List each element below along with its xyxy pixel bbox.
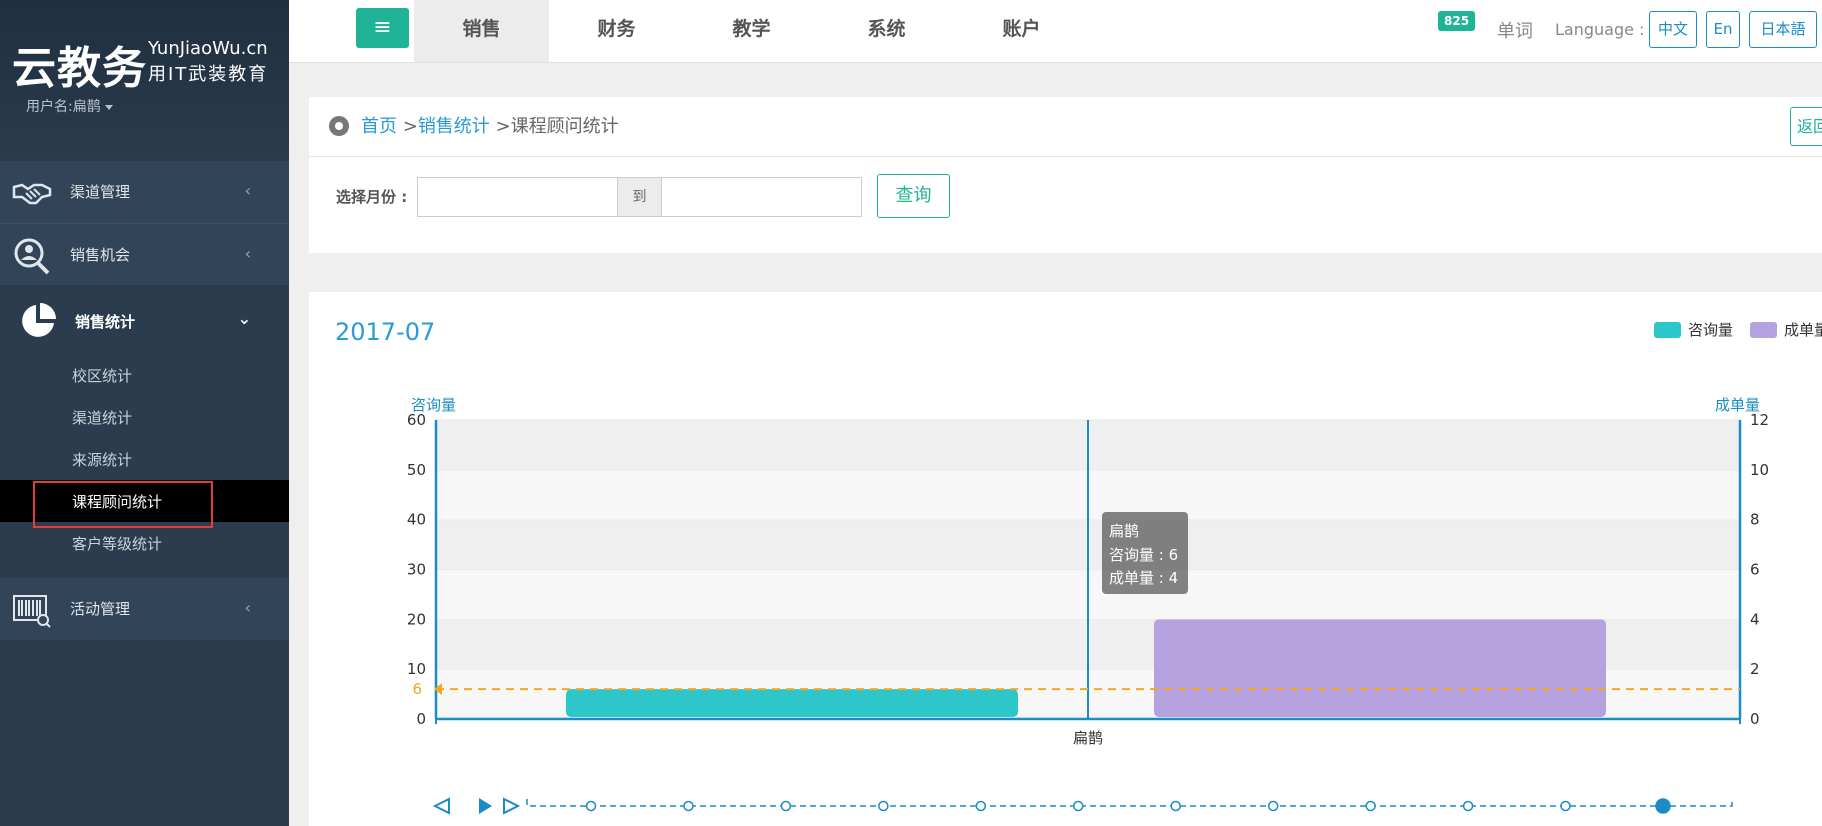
- bar-chart: 咨询量 成单量0102030405060024681012扁鹊6扁鹊咨询量 : 6…: [407, 396, 1769, 815]
- pie-chart-icon: [22, 303, 56, 337]
- language-english-button[interactable]: En: [1706, 11, 1740, 48]
- location-pin-icon: [329, 116, 349, 136]
- timeline-current-point[interactable]: [1655, 798, 1671, 814]
- breadcrumb-separator: >: [489, 116, 511, 137]
- sidebar-item-sales-statistics[interactable]: 销售统计 ⌄: [0, 287, 289, 357]
- brand-area: 云教务 YunJiaoWu.cn 用IT武装教育 用户名:扁鹊: [0, 0, 289, 161]
- brand-slogan: 用IT武装教育: [148, 64, 269, 85]
- timeline-point[interactable]: [1462, 800, 1474, 812]
- sidebar-subitem-campus-stats[interactable]: 校区统计: [0, 354, 289, 396]
- bar-consult: [566, 689, 1018, 717]
- query-button[interactable]: 查询: [877, 174, 950, 218]
- y-right-tick-label: 6: [1750, 561, 1760, 579]
- chevron-left-icon: ‹: [244, 598, 251, 617]
- timeline-point[interactable]: [1365, 800, 1376, 812]
- tooltip-line: 成单量 : 4: [1109, 569, 1178, 587]
- language-label: Language :: [1555, 20, 1645, 39]
- y-left-tick-label: 20: [407, 610, 426, 628]
- words-link[interactable]: 单词: [1497, 17, 1533, 43]
- sidebar-subitem-label: 来源统计: [72, 451, 133, 469]
- tab-account[interactable]: 账户: [954, 0, 1089, 62]
- breadcrumb-separator: >: [397, 116, 418, 137]
- start-month-input[interactable]: [417, 177, 618, 217]
- chart-panel: 2017-07 咨询量 成单量 咨询量 成单量 0 10 20 30 40 50 60 0 2 4 6 8…: [309, 292, 1822, 826]
- search-user-icon: [14, 238, 50, 275]
- handshake-icon: [12, 183, 52, 205]
- timeline-point[interactable]: [1267, 800, 1279, 812]
- sidebar-subitem-source-stats[interactable]: 来源统计: [0, 438, 289, 480]
- timeline-next-icon: [503, 797, 521, 815]
- top-navbar: ≡ 销售 财务 教学 系统 账户 825 单词 Language : 中文 En…: [289, 0, 1822, 63]
- breadcrumb-home-link[interactable]: 首页: [361, 116, 397, 137]
- chevron-left-icon: ‹: [244, 244, 251, 263]
- timeline-point[interactable]: [1073, 800, 1084, 812]
- y-right-tick-label: 12: [1750, 411, 1769, 429]
- timeline-track: [526, 799, 1733, 807]
- sidebar-item-label: 活动管理: [70, 600, 131, 618]
- tab-sales[interactable]: 销售: [414, 0, 549, 62]
- x-tick-label: 扁鹊: [1073, 729, 1103, 747]
- y-left-tick-label: 30: [407, 561, 426, 579]
- markline-label: 6: [412, 680, 422, 698]
- sidebar-item-sales-opportunity[interactable]: 销售机会 ‹: [0, 223, 289, 285]
- end-month-input[interactable]: [661, 177, 862, 217]
- timeline-point[interactable]: [780, 800, 792, 812]
- brand-logo-text: 云教务: [12, 43, 147, 94]
- tooltip-line: 咨询量 : 6: [1109, 546, 1178, 564]
- to-label: 到: [618, 177, 661, 217]
- language-chinese-button[interactable]: 中文: [1649, 11, 1697, 48]
- y-right-tick-label: 0: [1750, 710, 1760, 728]
- timeline-point[interactable]: [878, 800, 889, 812]
- chevron-down-icon: ⌄: [237, 309, 251, 328]
- y-right-tick-label: 2: [1750, 660, 1760, 678]
- brand-domain: YunJiaoWu.cn: [148, 38, 268, 59]
- tab-system[interactable]: 系统: [819, 0, 954, 62]
- y-right-tick-label: 10: [1750, 461, 1769, 479]
- tooltip-title: 扁鹊: [1109, 522, 1139, 540]
- tab-finance[interactable]: 财务: [549, 0, 684, 62]
- sidebar-item-channel-management[interactable]: 渠道管理 ‹: [0, 161, 289, 223]
- highlight-box: [33, 481, 213, 528]
- breadcrumb-sales-stats-link[interactable]: 销售统计: [418, 116, 490, 137]
- y-left-tick-label: 50: [407, 461, 426, 479]
- y-left-tick-label: 0: [416, 710, 426, 728]
- y-right-tick-label: 4: [1750, 610, 1760, 628]
- timeline-point[interactable]: [585, 800, 597, 812]
- timeline-point[interactable]: [1170, 800, 1181, 812]
- timeline-point[interactable]: [683, 800, 694, 812]
- filter-panel: 首页 >销售统计 >课程顾问统计 返回 选择月份 : 到 查询: [309, 97, 1822, 253]
- timeline-point[interactable]: [975, 800, 987, 812]
- breadcrumb-current: 课程顾问统计: [510, 116, 619, 137]
- sidebar-subitem-label: 渠道统计: [72, 409, 133, 427]
- tab-teaching[interactable]: 教学: [684, 0, 819, 62]
- sidebar-item-label: 销售统计: [75, 313, 136, 331]
- menu-toggle-button[interactable]: ≡: [356, 8, 409, 48]
- return-button[interactable]: 返回: [1790, 107, 1822, 146]
- sidebar-subitem-customer-level-stats[interactable]: 客户等级统计: [0, 522, 289, 564]
- message-count-badge[interactable]: 825: [1438, 11, 1476, 31]
- sidebar: 云教务 YunJiaoWu.cn 用IT武装教育 用户名:扁鹊 渠道管理 ‹ 销…: [0, 0, 289, 826]
- sidebar-subitem-channel-stats[interactable]: 渠道统计: [0, 396, 289, 438]
- timeline-prev-icon: [432, 797, 450, 815]
- month-label: 选择月份 :: [336, 188, 408, 206]
- y-right-tick-label: 8: [1750, 511, 1760, 529]
- sidebar-item-label: 渠道管理: [70, 183, 131, 201]
- sidebar-subitem-label: 客户等级统计: [72, 535, 163, 553]
- y-left-tick-label: 40: [407, 511, 426, 529]
- language-japanese-button[interactable]: 日本語: [1749, 11, 1817, 48]
- y-left-tick-label: 60: [407, 411, 426, 429]
- bar-deal: [1154, 619, 1606, 717]
- timeline-point[interactable]: [1560, 800, 1571, 812]
- sidebar-item-label: 销售机会: [70, 246, 131, 264]
- y-left-tick-label: 10: [407, 660, 426, 678]
- chevron-left-icon: ‹: [244, 181, 251, 200]
- breadcrumb: 首页 >销售统计 >课程顾问统计: [361, 112, 619, 138]
- user-menu[interactable]: 用户名:扁鹊: [26, 96, 113, 116]
- divider: [309, 156, 1822, 157]
- timeline-play-icon: [479, 798, 492, 814]
- sidebar-item-activity-management[interactable]: 活动管理 ‹: [0, 578, 289, 640]
- sidebar-subitem-label: 校区统计: [72, 367, 133, 385]
- barcode-scan-icon: [13, 595, 51, 628]
